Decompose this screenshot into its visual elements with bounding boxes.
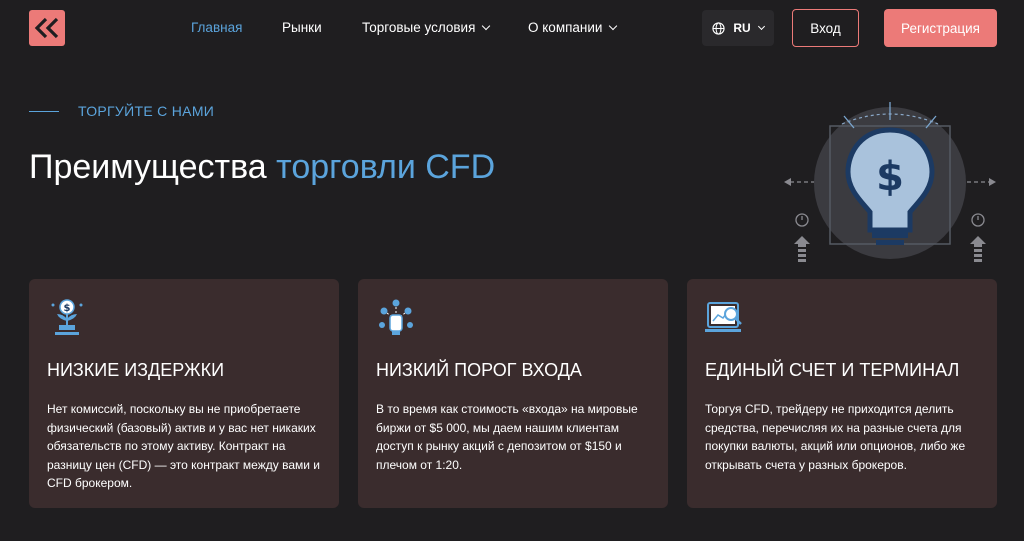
nav-item-trading-conditions[interactable]: Торговые условия	[362, 20, 491, 35]
feature-card-single-account: ЕДИНЫЙ СЧЕТ И ТЕРМИНАЛ Торгуя CFD, трейд…	[687, 279, 997, 508]
trading-terminal-icon	[705, 302, 742, 332]
feature-card-low-costs: $ НИЗКИЕ ИЗДЕРЖКИ Нет комиссий, поскольк…	[29, 279, 339, 508]
logo[interactable]	[29, 10, 65, 46]
card-title: НИЗКИЙ ПОРОГ ВХОДА	[376, 360, 582, 380]
nav-item-label: О компании	[528, 20, 603, 35]
language-selector[interactable]: RU	[702, 10, 774, 46]
card-title: ЕДИНЫЙ СЧЕТ И ТЕРМИНАЛ	[705, 360, 960, 380]
nav-item-markets[interactable]: Рынки	[282, 20, 322, 35]
nav-item-home[interactable]: Главная	[191, 20, 242, 35]
nav-item-label: Торговые условия	[362, 20, 476, 35]
site-header: Главная Рынки Торговые условия О компани…	[0, 0, 1024, 58]
language-label: RU	[733, 21, 751, 35]
chevron-down-icon	[609, 21, 618, 30]
lightbulb-dollar-illustration: $	[784, 102, 996, 262]
money-plant-icon: $	[51, 299, 83, 335]
hand-coins-icon	[379, 299, 413, 335]
nav-item-label: Главная	[191, 20, 243, 35]
page-title: Преимущества торговли CFD	[29, 146, 549, 188]
register-button[interactable]: Регистрация	[884, 9, 997, 47]
card-text: Торгуя CFD, трейдеру не приходится делит…	[705, 402, 966, 472]
double-chevron-left-icon	[34, 17, 59, 39]
register-label: Регистрация	[901, 20, 980, 36]
hero-eyebrow: ТОРГУЙТЕ С НАМИ	[78, 103, 215, 119]
eyebrow-divider	[29, 111, 59, 112]
nav-item-label: Рынки	[282, 20, 322, 35]
svg-text:$: $	[64, 303, 71, 314]
globe-icon	[712, 21, 725, 35]
nav-item-about[interactable]: О компании	[528, 20, 618, 35]
chevron-down-icon	[757, 22, 765, 30]
card-text: В то время как стоимость «входа» на миро…	[376, 402, 638, 472]
login-label: Вход	[810, 20, 841, 36]
chevron-down-icon	[482, 21, 491, 30]
login-button[interactable]: Вход	[792, 9, 859, 47]
title-accent: торговли CFD	[276, 148, 496, 186]
svg-text:$: $	[876, 154, 904, 200]
card-text: Нет комиссий, поскольку вы не приобретае…	[47, 402, 320, 490]
title-main: Преимущества	[29, 148, 277, 186]
card-title: НИЗКИЕ ИЗДЕРЖКИ	[47, 360, 225, 380]
feature-card-low-entry: НИЗКИЙ ПОРОГ ВХОДА В то время как стоимо…	[358, 279, 668, 508]
